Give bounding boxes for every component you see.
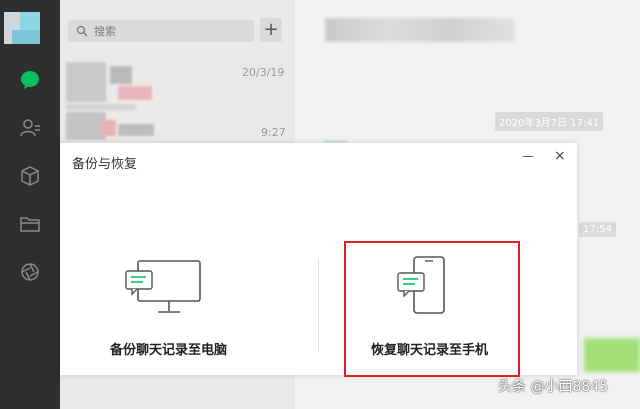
contacts-icon[interactable]: [16, 114, 44, 142]
sidebar: [0, 0, 60, 409]
minimize-button[interactable]: —: [522, 149, 536, 163]
favorites-icon[interactable]: [16, 162, 44, 190]
moments-icon[interactable]: [16, 258, 44, 286]
backup-restore-dialog: 备份与恢复 — × 备份聊天记录至电脑 恢复聊天记录至手机: [60, 143, 577, 377]
message-timestamp: 2020年3月7日 17:41: [495, 112, 604, 131]
search-icon: [76, 25, 88, 37]
chat-time: 20/3/19: [242, 66, 285, 79]
search-input[interactable]: 搜索: [68, 20, 254, 42]
watermark: 头条 @小西8845: [498, 379, 609, 395]
dialog-title: 备份与恢复: [72, 157, 138, 172]
search-placeholder: 搜索: [94, 25, 116, 38]
message-bubble: [584, 338, 640, 372]
highlight-box: [344, 241, 520, 377]
user-avatar[interactable]: [4, 12, 40, 44]
divider: [318, 258, 319, 353]
chat-title: [325, 18, 515, 42]
chat-time: 9:27: [261, 126, 286, 139]
message-timestamp: 17:54: [579, 222, 616, 237]
backup-option-label: 备份聊天记录至电脑: [110, 343, 228, 358]
chat-icon[interactable]: [16, 66, 44, 94]
backup-to-pc-option[interactable]: 备份聊天记录至电脑: [100, 243, 280, 358]
close-button[interactable]: ×: [554, 148, 568, 164]
folder-icon[interactable]: [16, 210, 44, 238]
monitor-icon: [125, 260, 201, 313]
add-chat-button[interactable]: +: [260, 18, 282, 42]
